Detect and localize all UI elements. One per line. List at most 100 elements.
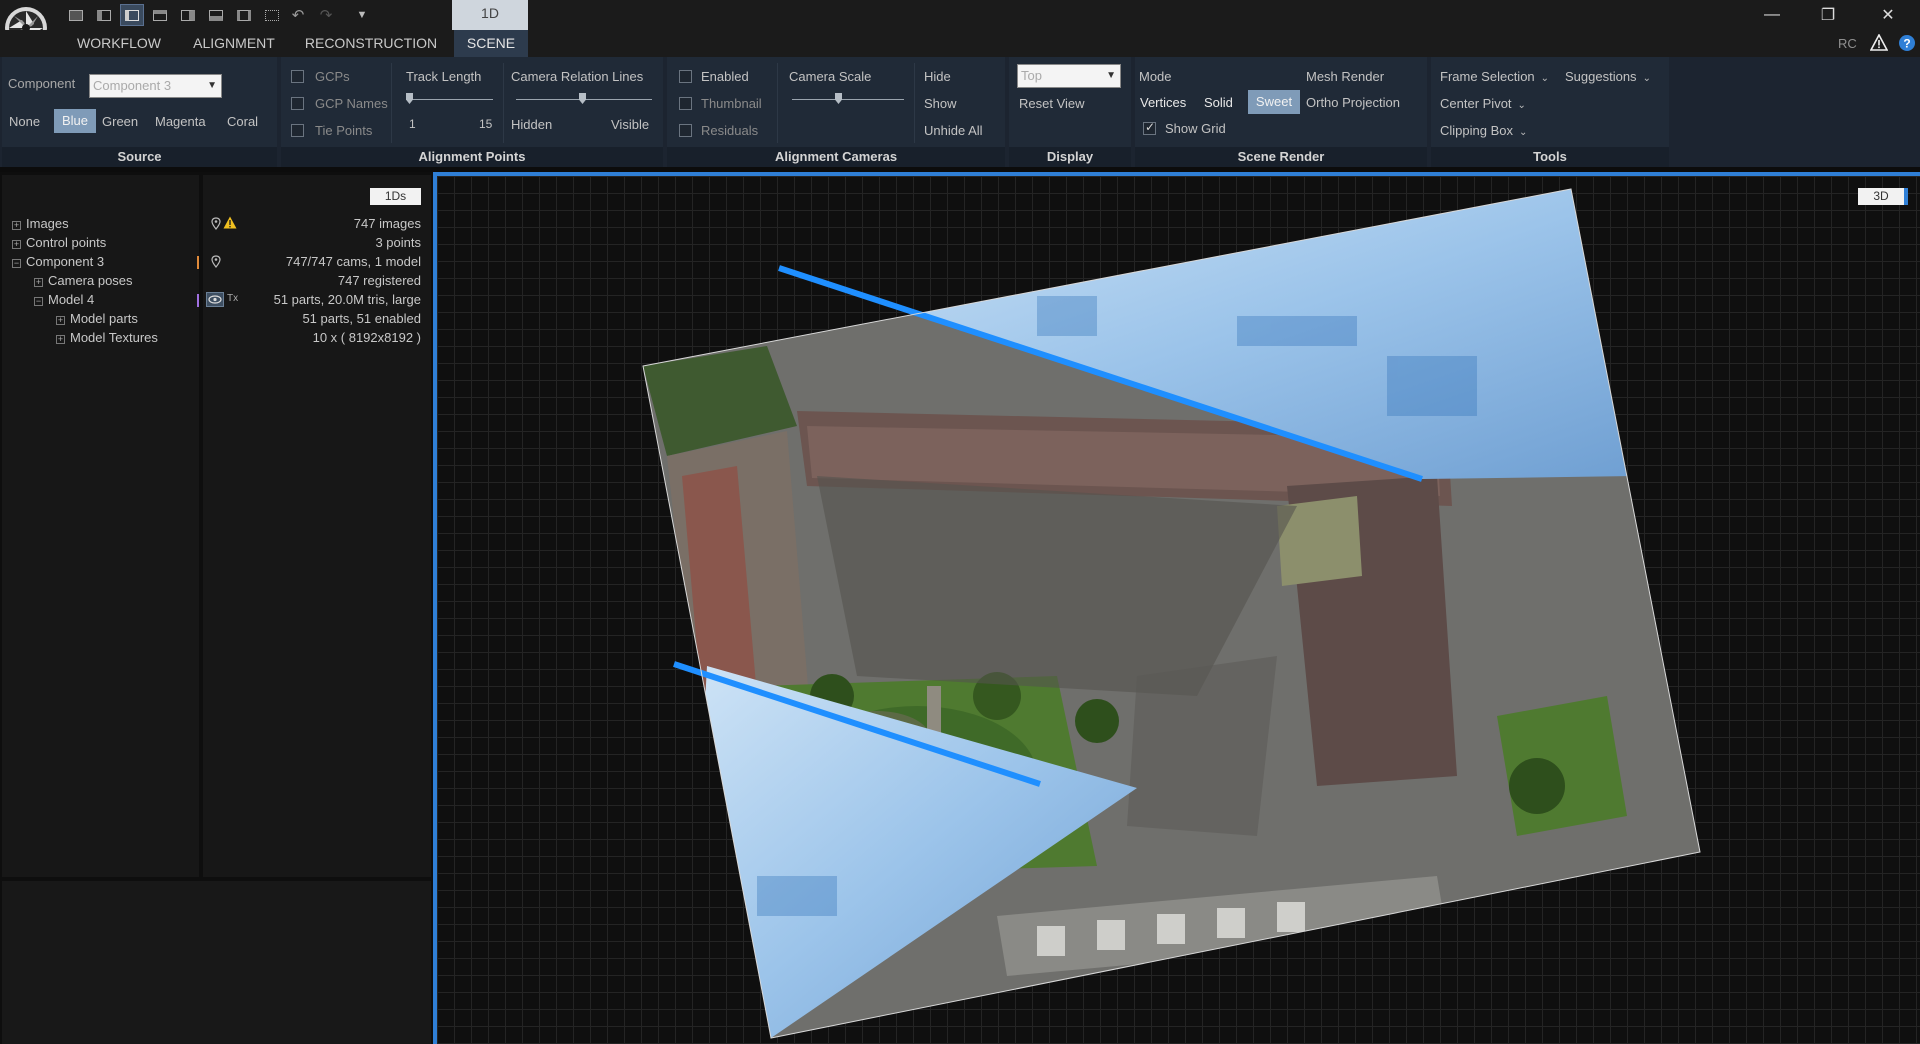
3d-viewport[interactable] — [433, 172, 1920, 1044]
track-min-label: 1 — [409, 117, 416, 131]
source-group: Component Component 3 ▼ None Blue Green … — [2, 57, 277, 167]
model-color-marker — [197, 294, 199, 307]
solid-button[interactable]: Solid — [1204, 95, 1233, 110]
expand-icon[interactable]: + — [34, 278, 43, 287]
enabled-checkbox[interactable] — [679, 70, 692, 83]
collapse-icon[interactable]: − — [34, 297, 43, 306]
center-pivot-button[interactable]: Center Pivot ⌄ — [1440, 96, 1526, 111]
tree-item-model-textures[interactable]: + Model Textures — [56, 329, 158, 347]
chevron-down-icon: ⌄ — [1540, 73, 1550, 84]
mesh-render-label: Mesh Render — [1306, 69, 1385, 84]
tree-item-model-4[interactable]: − Model 4 — [34, 291, 94, 309]
visibility-eye-icon[interactable] — [206, 292, 224, 307]
tab-scene[interactable]: SCENE — [454, 30, 528, 57]
minimize-button[interactable]: — — [1744, 0, 1800, 30]
color-blue-button[interactable]: Blue — [54, 109, 96, 133]
track-length-slider-handle[interactable] — [406, 93, 413, 104]
layout-1-icon[interactable] — [64, 4, 88, 26]
alignment-points-group: GCPs GCP Names Tie Points Track Length 1… — [281, 57, 663, 167]
divider — [914, 63, 915, 143]
thumbnail-label: Thumbnail — [701, 96, 762, 111]
rc-label: RC — [1838, 36, 1857, 51]
color-coral-button[interactable]: Coral — [227, 114, 258, 129]
color-green-button[interactable]: Green — [102, 114, 138, 129]
gcps-checkbox[interactable] — [291, 70, 304, 83]
tree-item-control-points[interactable]: + Control points — [12, 234, 106, 252]
layout-4-icon[interactable] — [148, 4, 172, 26]
track-max-label: 15 — [479, 117, 493, 131]
layout-7-icon[interactable] — [232, 4, 256, 26]
suggestions-button[interactable]: Suggestions ⌄ — [1565, 69, 1651, 84]
tab-reconstruction[interactable]: RECONSTRUCTION — [300, 30, 442, 57]
info-model-textures: 10 x ( 8192x8192 ) — [312, 330, 421, 345]
show-grid-label: Show Grid — [1165, 121, 1226, 136]
info-component-3: 747/747 cams, 1 model — [285, 254, 421, 269]
quick-access-dropdown-icon[interactable]: ▼ — [350, 4, 374, 26]
expand-icon[interactable]: + — [12, 221, 21, 230]
gcp-names-checkbox[interactable] — [291, 97, 304, 110]
orthophoto-model — [643, 189, 1700, 1038]
camera-scale-label: Camera Scale — [789, 69, 872, 84]
restore-button[interactable]: ❐ — [1800, 0, 1856, 30]
tree-item-model-parts[interactable]: + Model parts — [56, 310, 138, 328]
ortho-projection-button[interactable]: Ortho Projection — [1306, 95, 1400, 110]
tab-1d[interactable]: 1D — [452, 0, 528, 30]
tree-item-camera-poses[interactable]: + Camera poses — [34, 272, 133, 290]
residuals-label: Residuals — [701, 123, 759, 138]
undo-icon[interactable]: ↶ — [286, 4, 310, 26]
layout-6-icon[interactable] — [204, 4, 228, 26]
view-select[interactable]: Top ▼ — [1017, 64, 1121, 88]
unhide-all-button[interactable]: Unhide All — [924, 123, 983, 138]
thumbnail-checkbox[interactable] — [679, 97, 692, 110]
help-icon[interactable]: ? — [1898, 34, 1916, 52]
camera-scale-slider[interactable] — [792, 99, 904, 100]
show-grid-checkbox[interactable] — [1143, 120, 1156, 135]
layout-3-icon[interactable] — [120, 4, 144, 26]
frame-selection-button[interactable]: Frame Selection ⌄ — [1440, 69, 1549, 84]
ds-badge[interactable]: 1Ds — [370, 188, 421, 205]
expand-icon[interactable]: + — [56, 335, 65, 344]
collapse-icon[interactable]: − — [12, 259, 21, 268]
bottom-panel — [2, 881, 431, 1044]
color-magenta-button[interactable]: Magenta — [155, 114, 206, 129]
layout-8-icon[interactable] — [260, 4, 284, 26]
chevron-down-icon: ▼ — [1106, 70, 1116, 81]
reset-view-button[interactable]: Reset View — [1019, 96, 1085, 111]
3d-badge[interactable]: 3D — [1858, 188, 1908, 205]
layout-5-icon[interactable] — [176, 4, 200, 26]
sweet-button[interactable]: Sweet — [1248, 90, 1300, 114]
divider — [503, 63, 504, 143]
center-pivot-label: Center Pivot — [1440, 96, 1512, 111]
alignment-points-title: Alignment Points — [281, 147, 663, 167]
redo-icon[interactable]: ↷ — [314, 4, 338, 26]
camera-scale-slider-handle[interactable] — [835, 93, 842, 104]
layout-2-icon[interactable] — [92, 4, 116, 26]
tree-item-component-3[interactable]: − Component 3 — [12, 253, 104, 271]
close-button[interactable]: ✕ — [1860, 0, 1916, 30]
chevron-down-icon: ⌄ — [1519, 127, 1528, 138]
camera-relation-lines-label: Camera Relation Lines — [511, 69, 644, 84]
hide-button[interactable]: Hide — [924, 69, 951, 84]
clipping-box-button[interactable]: Clipping Box ⌄ — [1440, 123, 1527, 138]
tab-alignment[interactable]: ALIGNMENT — [182, 30, 286, 57]
divider — [777, 63, 778, 143]
tree-item-label: Camera poses — [48, 273, 133, 288]
show-button[interactable]: Show — [924, 96, 957, 111]
tree-item-images[interactable]: + Images — [12, 215, 69, 233]
location-pin-icon — [211, 217, 221, 230]
alignment-cameras-title: Alignment Cameras — [667, 147, 1005, 167]
residuals-checkbox[interactable] — [679, 124, 692, 137]
expand-icon[interactable]: + — [12, 240, 21, 249]
component-select[interactable]: Component 3 ▼ — [89, 74, 222, 98]
expand-icon[interactable]: + — [56, 316, 65, 325]
camera-relation-slider-handle[interactable] — [579, 93, 586, 104]
tie-points-checkbox[interactable] — [291, 124, 304, 137]
warning-icon[interactable] — [1870, 34, 1888, 51]
vertices-button[interactable]: Vertices — [1140, 95, 1186, 110]
scene-render[interactable] — [437, 176, 1920, 1044]
component-label: Component — [8, 76, 76, 91]
warning-icon[interactable] — [223, 216, 237, 229]
tab-workflow[interactable]: WORKFLOW — [64, 30, 174, 57]
track-length-slider[interactable] — [409, 99, 493, 100]
color-none-button[interactable]: None — [9, 114, 40, 129]
